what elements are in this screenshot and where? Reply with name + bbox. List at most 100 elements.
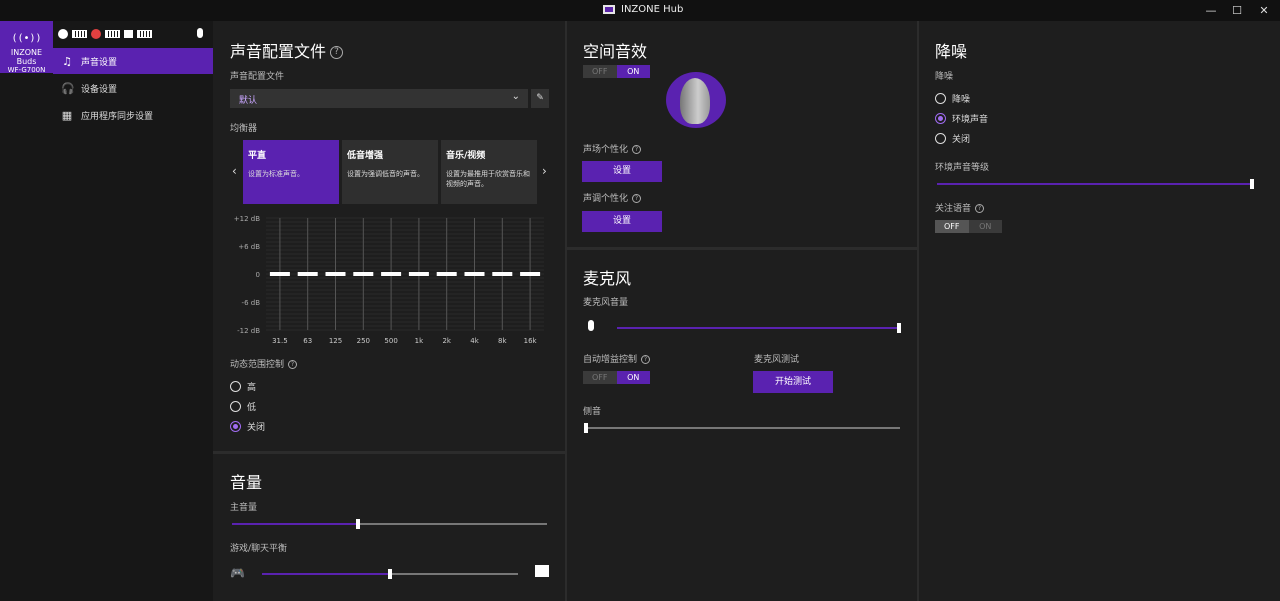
- eq-band-handle[interactable]: [325, 272, 346, 276]
- start-mic-test-button[interactable]: 开始测试: [753, 371, 833, 393]
- mic-volume-slider[interactable]: [617, 323, 901, 333]
- drc-option-high[interactable]: 高: [230, 380, 256, 393]
- eq-db-label: +6 dB: [238, 243, 260, 251]
- slider-thumb[interactable]: [388, 569, 392, 579]
- sidebar-item-sound-settings[interactable]: ♫ 声音设置: [53, 48, 213, 74]
- radio-label: 低: [247, 403, 257, 413]
- equalizer-graph[interactable]: +12 dB +6 dB 0 -6 dB -12 dB 31.5 63 125 250 500 1k…: [230, 212, 550, 348]
- earbuds-icon: ((•)): [11, 33, 42, 44]
- chat-bubble-icon: [535, 565, 549, 577]
- head-shape: [680, 78, 710, 124]
- nc-title: 降噪: [935, 42, 968, 61]
- battery-right-icon: [105, 30, 120, 38]
- preset-desc: 设置为最推用于欣赏音乐和视频的声音。: [446, 170, 530, 188]
- maximize-button[interactable]: ☐: [1229, 3, 1245, 19]
- radio-circle: [935, 133, 946, 144]
- master-volume-slider[interactable]: [232, 519, 547, 529]
- slider-fill: [262, 573, 390, 575]
- sidebar-item-label: 设备设置: [81, 84, 118, 95]
- radio-circle-selected: [230, 421, 241, 432]
- sound-profile-title: 声音配置文件?: [230, 38, 344, 62]
- slider-thumb[interactable]: [897, 323, 901, 333]
- eq-band-handle[interactable]: [353, 272, 374, 276]
- voice-focus-toggle[interactable]: OFF ON: [935, 220, 1002, 233]
- agc-toggle[interactable]: OFF ON: [583, 371, 650, 384]
- chevron-right-icon[interactable]: ›: [542, 164, 547, 178]
- nc-option-off[interactable]: 关闭: [935, 132, 970, 145]
- preset-music-video[interactable]: 音乐/视频 设置为最推用于欣赏音乐和视频的声音。: [441, 140, 537, 204]
- eq-db-label: 0: [256, 271, 260, 279]
- device-tile[interactable]: ((•)) INZONE Buds WF-G700N: [0, 21, 53, 74]
- eq-band-label: 8k: [498, 337, 507, 345]
- chevron-left-icon[interactable]: ‹: [232, 164, 237, 178]
- edit-profile-button[interactable]: ✎: [531, 89, 549, 108]
- ambient-level-slider[interactable]: [937, 179, 1254, 189]
- help-icon[interactable]: ?: [288, 360, 298, 369]
- eq-band-label: 500: [384, 337, 397, 345]
- help-icon[interactable]: ?: [632, 194, 642, 203]
- profile-dropdown[interactable]: 默认 ⌄: [230, 89, 528, 108]
- drc-label: 动态范围控制?: [230, 357, 298, 370]
- eq-band-label: 4k: [470, 337, 479, 345]
- slider-fill: [232, 523, 358, 525]
- slider-thumb[interactable]: [584, 423, 588, 433]
- sound-field-setup-button[interactable]: 设置: [582, 161, 662, 182]
- drc-option-low[interactable]: 低: [230, 400, 256, 413]
- drc-option-off[interactable]: 关闭: [230, 420, 265, 433]
- profile-label: 声音配置文件: [230, 72, 285, 82]
- minimize-button[interactable]: —: [1203, 3, 1219, 19]
- section-divider: [567, 247, 917, 250]
- eq-band-label: 63: [303, 337, 312, 345]
- preset-bass-boost[interactable]: 低音增强 设置为强调低音的声音。: [342, 140, 438, 204]
- toggle-on: ON: [968, 220, 1002, 233]
- preset-title: 音乐/视频: [446, 151, 486, 161]
- radio-label: 降噪: [952, 95, 971, 105]
- master-volume-label: 主音量: [230, 503, 258, 513]
- radio-label: 高: [247, 383, 257, 393]
- radio-circle-selected: [935, 113, 946, 124]
- eq-band-handle[interactable]: [381, 272, 402, 276]
- profile-value: 默认: [239, 96, 258, 106]
- preset-flat[interactable]: 平直 设置为标准声音。: [243, 140, 339, 204]
- sidetone-slider[interactable]: [584, 423, 900, 433]
- game-chat-balance-slider[interactable]: [262, 569, 518, 579]
- help-icon[interactable]: ?: [632, 145, 642, 154]
- eq-band-handle[interactable]: [464, 272, 485, 276]
- help-icon[interactable]: ?: [330, 46, 344, 59]
- slider-thumb[interactable]: [356, 519, 360, 529]
- help-icon[interactable]: ?: [975, 204, 985, 213]
- toggle-off: OFF: [935, 220, 969, 233]
- sound-field-label-text: 声场个性化: [583, 145, 629, 155]
- close-button[interactable]: ✕: [1256, 3, 1272, 19]
- eq-band-handle[interactable]: [297, 272, 318, 276]
- nc-mode-label: 降噪: [935, 72, 954, 82]
- eq-band-handle[interactable]: [520, 272, 541, 276]
- toggle-off: OFF: [583, 65, 617, 78]
- eq-band-handle[interactable]: [492, 272, 513, 276]
- radio-circle: [230, 401, 241, 412]
- mic-status-icon: [197, 28, 203, 38]
- spatial-sound-toggle[interactable]: OFF ON: [583, 65, 650, 78]
- clock-icon: [58, 29, 68, 39]
- eq-band-handle[interactable]: [436, 272, 457, 276]
- sidebar-item-device-settings[interactable]: 🎧 设备设置: [53, 75, 213, 101]
- tone-setup-button[interactable]: 设置: [582, 211, 662, 232]
- drc-label-text: 动态范围控制: [230, 360, 285, 370]
- nc-option-ambient[interactable]: 环境声音: [935, 112, 988, 125]
- eq-band-handle[interactable]: [408, 272, 429, 276]
- eq-band-label: 2k: [442, 337, 451, 345]
- eq-band-handle[interactable]: [269, 272, 290, 276]
- mic-volume-label: 麦克风音量: [583, 298, 629, 308]
- help-icon[interactable]: ?: [641, 355, 651, 364]
- eq-label: 均衡器: [230, 124, 258, 134]
- nc-option-noise-cancelling[interactable]: 降噪: [935, 92, 970, 105]
- balance-label: 游戏/聊天平衡: [230, 544, 288, 554]
- toggle-on: ON: [616, 371, 650, 384]
- slider-thumb[interactable]: [1250, 179, 1254, 189]
- toggle-on: ON: [616, 65, 650, 78]
- sidebar-item-app-sync-settings[interactable]: ▦ 应用程序同步设置: [53, 102, 213, 128]
- radio-label: 关闭: [247, 423, 266, 433]
- section-divider: [213, 451, 565, 454]
- sound-field-label: 声场个性化?: [583, 142, 642, 155]
- column-divider: [917, 21, 919, 601]
